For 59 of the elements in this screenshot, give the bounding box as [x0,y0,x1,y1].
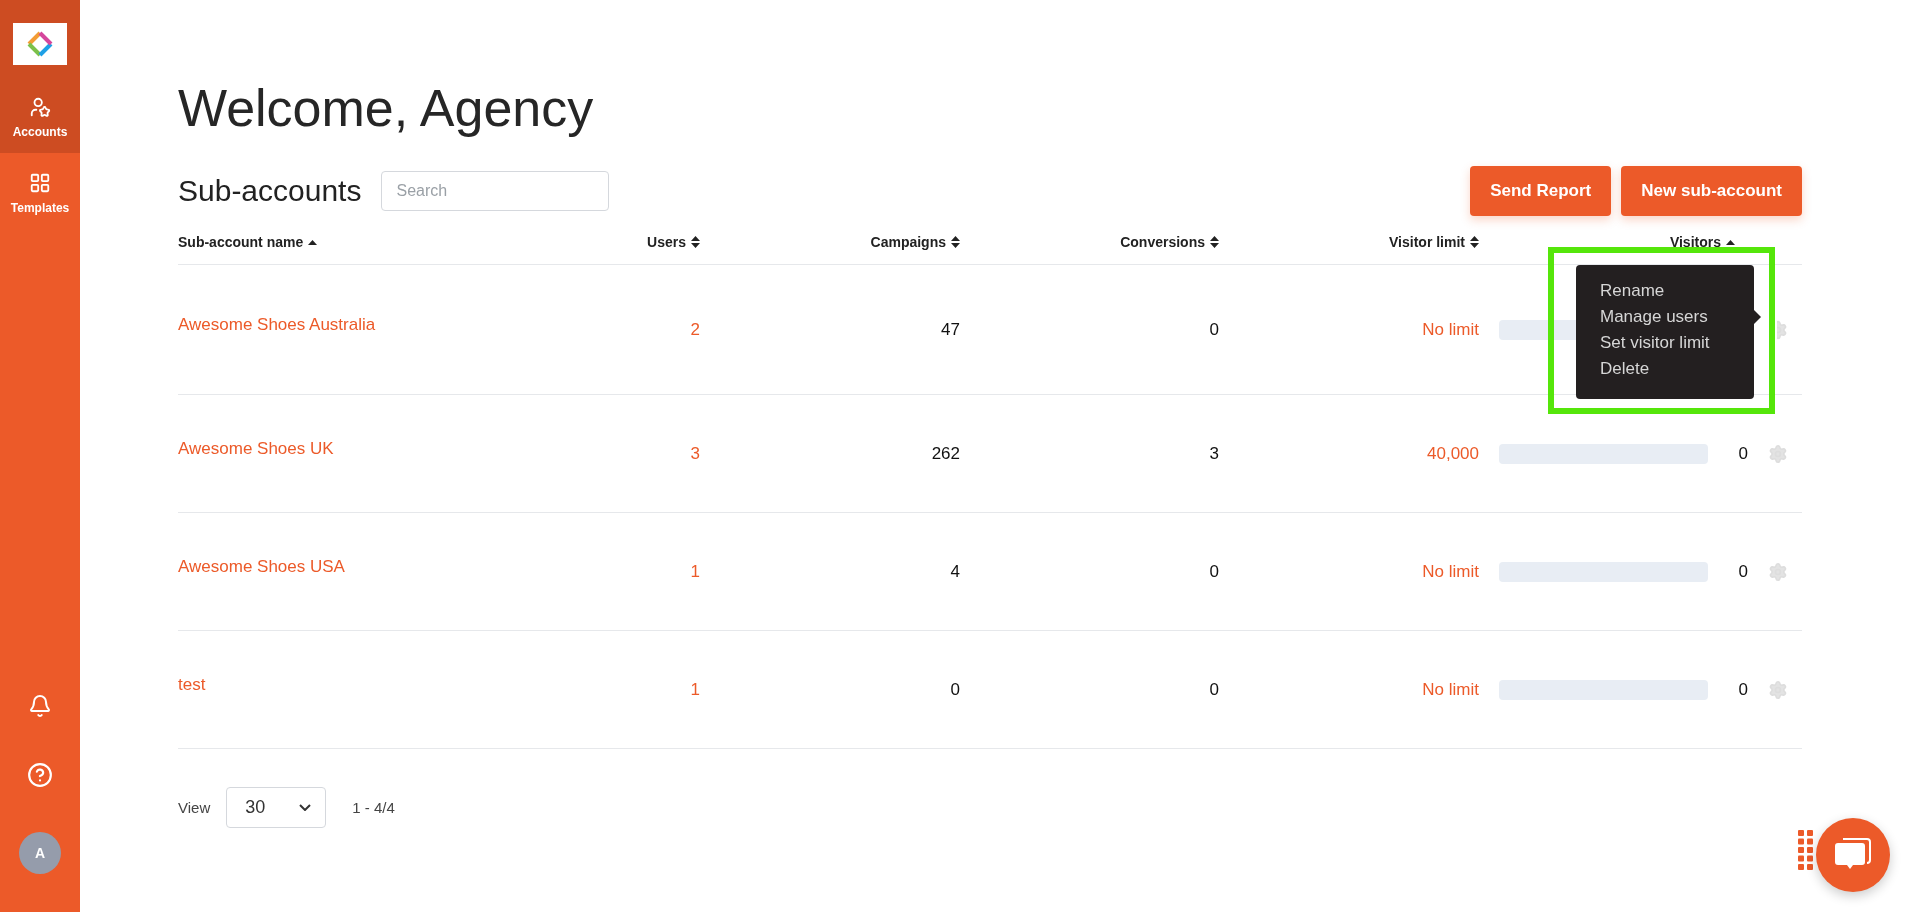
visitor-limit[interactable]: No limit [1422,561,1479,582]
visitors-count: 0 [1737,443,1749,464]
users-count[interactable]: 2 [690,319,700,340]
page-range: 1 - 4/4 [352,799,395,816]
visitors-count: 0 [1737,561,1749,582]
column-header[interactable]: Visitors [1669,234,1721,250]
column-header[interactable]: Campaigns [870,234,946,250]
conversions-count: 0 [1209,319,1219,340]
sub-account-link[interactable]: Awesome Shoes UK [178,438,334,459]
view-label: View [178,799,211,816]
campaigns-count: 262 [931,443,960,464]
column-header[interactable]: Sub-account name [178,234,304,250]
search-field[interactable]: Search [381,171,610,211]
visitors-count: 0 [1737,679,1749,700]
sort-ascending-icon[interactable] [308,239,318,245]
column-header[interactable]: Users [647,234,686,250]
sort-icon[interactable] [951,236,960,248]
grid-icon [29,171,51,194]
sub-account-link[interactable]: Awesome Shoes Australia [178,314,376,335]
menu-item[interactable]: Delete [1600,359,1730,379]
action-button[interactable]: Send Report [1470,166,1612,216]
column-header[interactable]: Visitor limit [1389,234,1465,250]
chat-button[interactable] [1816,818,1890,892]
menu-item[interactable]: Rename [1600,281,1730,301]
campaigns-count: 4 [950,561,960,582]
conversions-count: 0 [1209,561,1219,582]
logo-icon [27,31,53,57]
column-header[interactable]: Conversions [1120,234,1205,250]
campaigns-count: 0 [950,679,960,700]
page-size-select[interactable]: 30 [226,787,327,828]
visitor-limit[interactable]: 40,000 [1427,443,1479,464]
campaigns-count: 47 [941,319,960,340]
sub-account-link[interactable]: test [178,674,206,695]
action-button[interactable]: New sub-account [1621,166,1802,216]
help-icon[interactable] [27,762,53,788]
sub-account-link[interactable]: Awesome Shoes USA [178,556,345,577]
section-heading: Sub-accounts [178,174,362,208]
logo[interactable] [13,23,67,65]
sort-icon[interactable] [1470,236,1479,248]
sidebar-item[interactable]: Templates [0,153,80,233]
conversions-count: 3 [1209,443,1219,464]
user-star-icon [29,95,51,118]
menu-item[interactable]: Set visitor limit [1600,333,1730,353]
visitor-limit[interactable]: No limit [1422,319,1479,340]
sort-icon[interactable] [691,236,700,248]
sidebar-item[interactable]: Accounts [0,81,80,153]
visitor-limit[interactable]: No limit [1422,679,1479,700]
users-count[interactable]: 1 [690,679,700,700]
users-count[interactable]: 1 [690,561,700,582]
users-count[interactable]: 3 [690,443,700,464]
avatar[interactable]: A [19,832,61,874]
chevron-down-icon [299,804,312,811]
sort-ascending-icon[interactable] [1726,239,1735,245]
sort-icon[interactable] [1210,236,1219,248]
menu-item[interactable]: Manage users [1600,307,1730,327]
bell-icon[interactable] [28,694,52,718]
dots-grid-icon[interactable] [1798,830,1813,870]
page-title: Welcome, Agency [178,78,595,138]
conversions-count: 0 [1209,679,1219,700]
